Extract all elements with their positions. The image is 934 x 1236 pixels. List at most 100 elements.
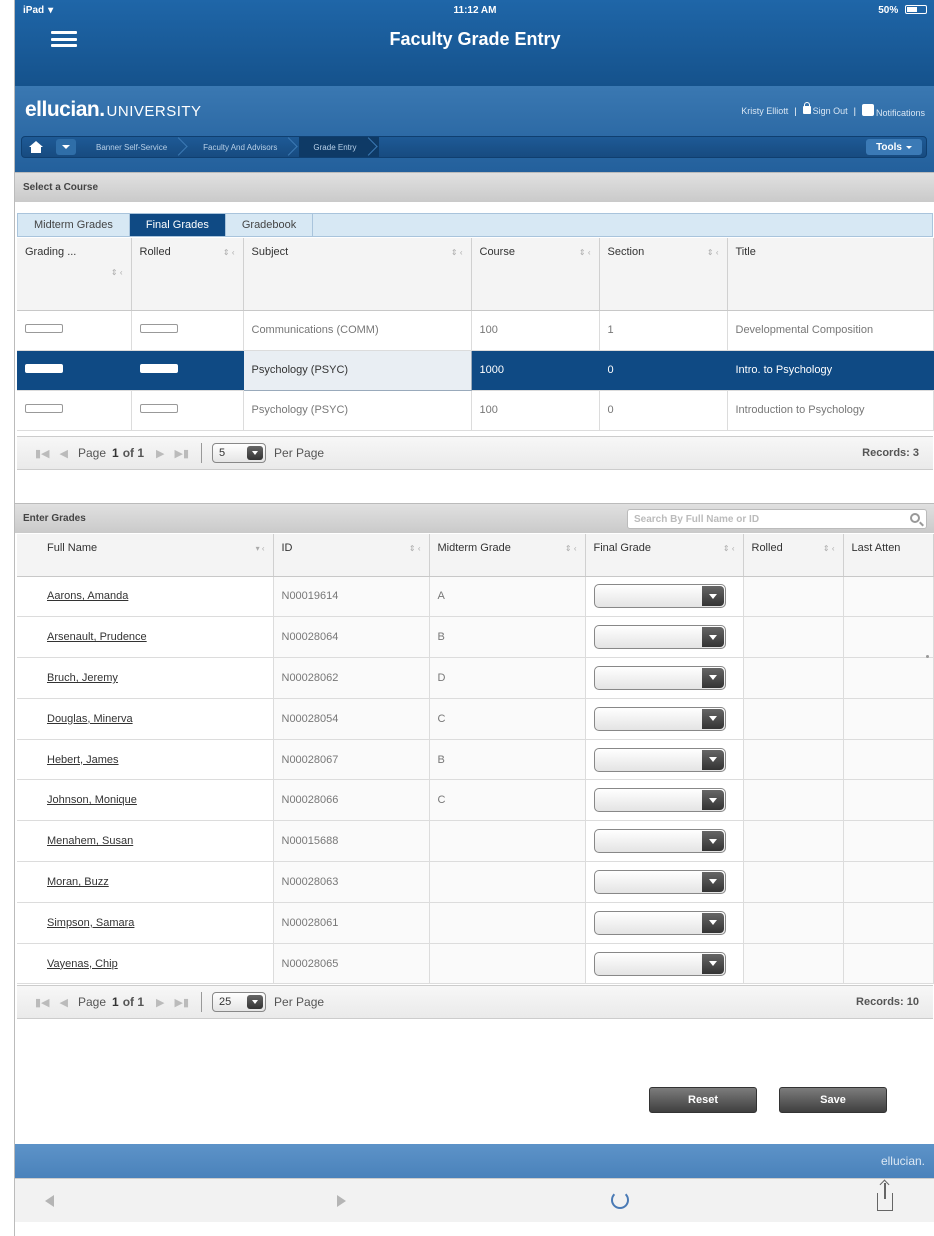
cell-midterm bbox=[429, 902, 586, 944]
home-icon bbox=[29, 141, 43, 153]
grading-checkbox[interactable] bbox=[25, 324, 63, 333]
menu-icon[interactable] bbox=[49, 28, 79, 50]
cell-course: 1000 bbox=[471, 350, 600, 391]
cell-id: N00028062 bbox=[273, 657, 430, 699]
chevron-down-icon bbox=[62, 145, 70, 149]
rolled-checkbox[interactable] bbox=[139, 324, 178, 333]
col-subject[interactable]: Subject ⇕ ‹ bbox=[243, 238, 472, 311]
col-rolled[interactable]: Rolled ⇕ ‹ bbox=[743, 534, 844, 577]
final-grade-select[interactable] bbox=[593, 788, 726, 813]
col-id[interactable]: ID ⇕ ‹ bbox=[273, 534, 430, 577]
grading-checkbox[interactable] bbox=[25, 364, 63, 373]
student-name-link[interactable]: Moran, Buzz bbox=[47, 876, 109, 888]
grades-pager: ▮◀ ◀ Page 1 of 1 ▶ ▶▮ 25 Per Page Record… bbox=[17, 985, 933, 1019]
per-page-label: Per Page bbox=[274, 995, 325, 1009]
page-number[interactable]: 1 bbox=[112, 446, 119, 460]
final-grade-select[interactable] bbox=[593, 951, 726, 976]
student-name-link[interactable]: Arsenault, Prudence bbox=[47, 631, 147, 643]
prev-page-icon[interactable]: ◀ bbox=[60, 996, 68, 1009]
share-icon[interactable] bbox=[877, 1183, 893, 1211]
last-page-icon[interactable]: ▶▮ bbox=[175, 996, 190, 1009]
grading-checkbox[interactable] bbox=[25, 404, 63, 413]
final-grade-select[interactable] bbox=[593, 829, 726, 854]
student-name-link[interactable]: Vayenas, Chip bbox=[47, 958, 118, 970]
last-page-icon[interactable]: ▶▮ bbox=[175, 447, 190, 460]
scroll-indicator bbox=[926, 655, 929, 658]
student-name-link[interactable]: Bruch, Jeremy bbox=[47, 672, 118, 684]
col-midterm-grade[interactable]: Midterm Grade ⇕ ‹ bbox=[429, 534, 586, 577]
search-input[interactable]: Search By Full Name or ID bbox=[627, 509, 927, 529]
student-name-link[interactable]: Johnson, Monique bbox=[47, 794, 137, 806]
col-full-name[interactable]: Full Name ▾ ‹ bbox=[17, 534, 274, 577]
records-count: Records: 3 bbox=[862, 447, 919, 459]
rolled-checkbox[interactable] bbox=[139, 364, 178, 373]
final-grade-select[interactable] bbox=[593, 584, 726, 609]
user-name: Kristy Elliott bbox=[741, 106, 789, 116]
tab-midterm-grades[interactable]: Midterm Grades bbox=[18, 214, 130, 236]
tab-final-grades[interactable]: Final Grades bbox=[129, 214, 226, 236]
col-rolled[interactable]: Rolled ⇕ ‹ bbox=[131, 238, 244, 311]
first-page-icon[interactable]: ▮◀ bbox=[35, 996, 50, 1009]
student-name-link[interactable]: Hebert, James bbox=[47, 754, 119, 766]
per-page-select[interactable]: 5 bbox=[212, 443, 267, 463]
prev-page-icon[interactable]: ◀ bbox=[60, 447, 68, 460]
tools-button[interactable]: Tools bbox=[866, 139, 922, 155]
final-grade-select[interactable] bbox=[593, 665, 726, 690]
grade-tabs: Midterm Grades Final Grades Gradebook bbox=[17, 213, 933, 237]
final-grade-select[interactable] bbox=[593, 625, 726, 650]
col-course[interactable]: Course ⇕ ‹ bbox=[471, 238, 600, 311]
cell-course: 100 bbox=[471, 390, 600, 431]
cell-section: 1 bbox=[599, 310, 728, 351]
page-number[interactable]: 1 bbox=[112, 995, 119, 1009]
student-name-link[interactable]: Simpson, Samara bbox=[47, 917, 134, 929]
search-icon[interactable] bbox=[910, 513, 920, 523]
breadcrumb-banner-self-service[interactable]: Banner Self-Service bbox=[82, 137, 189, 157]
student-name-link[interactable]: Aarons, Amanda bbox=[47, 590, 128, 602]
breadcrumb-grade-entry[interactable]: Grade Entry bbox=[299, 137, 379, 157]
student-row: Bruch, Jeremy N00028062 D bbox=[17, 657, 934, 699]
battery-icon bbox=[905, 5, 927, 15]
student-name-link[interactable]: Douglas, Minerva bbox=[47, 713, 133, 725]
breadcrumb-faculty-advisors[interactable]: Faculty And Advisors bbox=[189, 137, 299, 157]
student-row: Menahem, Susan N00015688 bbox=[17, 820, 934, 863]
per-page-select[interactable]: 25 bbox=[212, 992, 267, 1012]
col-section[interactable]: Section ⇕ ‹ bbox=[599, 238, 728, 311]
ios-top-bar: iPad ▾ 11:12 AM 50% Faculty Grade Entry bbox=[15, 0, 934, 86]
select-course-header: Select a Course bbox=[15, 172, 934, 202]
final-grade-select[interactable] bbox=[593, 747, 726, 772]
save-button[interactable]: Save bbox=[779, 1087, 887, 1113]
forward-icon[interactable] bbox=[337, 1195, 346, 1207]
student-name-link[interactable]: Menahem, Susan bbox=[47, 835, 133, 847]
final-grade-select[interactable] bbox=[593, 869, 726, 894]
notification-icon bbox=[861, 104, 874, 116]
col-title[interactable]: Title bbox=[727, 238, 934, 311]
reload-icon[interactable] bbox=[611, 1191, 629, 1209]
page-total: of 1 bbox=[122, 995, 145, 1009]
next-page-icon[interactable]: ▶ bbox=[156, 996, 164, 1009]
col-final-grade[interactable]: Final Grade ⇕ ‹ bbox=[585, 534, 744, 577]
table-row[interactable]: Psychology (PSYC) 100 0 Introduction to … bbox=[17, 390, 934, 431]
final-grade-select[interactable] bbox=[593, 706, 726, 731]
cell-midterm: C bbox=[429, 779, 586, 822]
table-row[interactable]: Communications (COMM) 100 1 Developmenta… bbox=[17, 310, 934, 351]
col-grading[interactable]: Grading ... ⇕ ‹ bbox=[17, 238, 132, 311]
first-page-icon[interactable]: ▮◀ bbox=[35, 447, 50, 460]
status-bar: iPad ▾ 11:12 AM 50% bbox=[15, 0, 934, 20]
student-row: Johnson, Monique N00028066 C bbox=[17, 779, 934, 822]
col-last-attend[interactable]: Last Atten bbox=[843, 534, 934, 577]
rolled-checkbox[interactable] bbox=[139, 404, 178, 413]
cell-title: Introduction to Psychology bbox=[727, 390, 934, 431]
home-button[interactable] bbox=[22, 137, 50, 157]
final-grade-select[interactable] bbox=[593, 910, 726, 935]
student-row: Vayenas, Chip N00028065 bbox=[17, 943, 934, 985]
reset-button[interactable]: Reset bbox=[649, 1087, 757, 1113]
next-page-icon[interactable]: ▶ bbox=[156, 447, 164, 460]
back-icon[interactable] bbox=[45, 1195, 54, 1207]
tab-gradebook[interactable]: Gradebook bbox=[226, 214, 314, 236]
notifications-link[interactable]: Notifications bbox=[861, 104, 925, 118]
sign-out-link[interactable]: Sign Out bbox=[802, 102, 848, 116]
table-row-selected[interactable]: Psychology (PSYC) 1000 0 Intro. to Psych… bbox=[17, 349, 934, 391]
breadcrumb-dropdown[interactable] bbox=[56, 139, 76, 155]
cell-midterm: B bbox=[429, 616, 586, 659]
page-label: Page bbox=[77, 446, 107, 460]
